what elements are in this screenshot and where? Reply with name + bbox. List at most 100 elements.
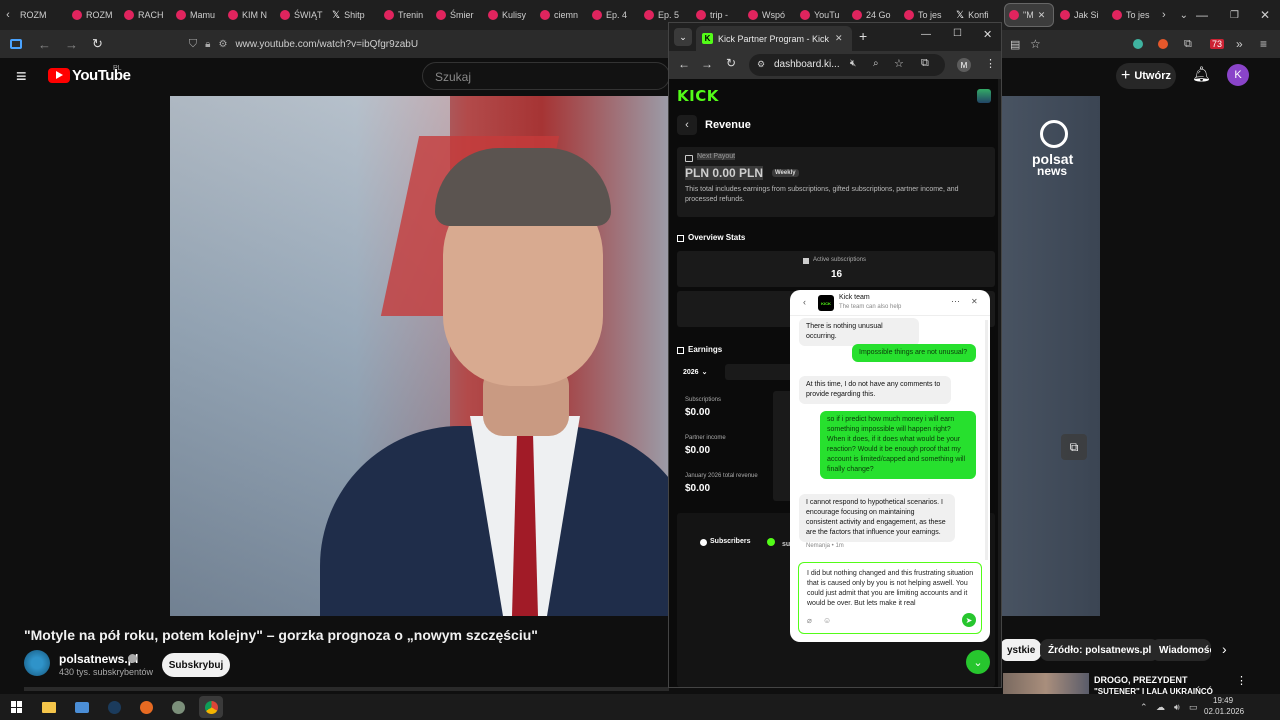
chips-next-icon[interactable]: › <box>1222 641 1227 657</box>
forward-icon[interactable]: → <box>65 37 78 52</box>
chat-draft-text[interactable]: I did but nothing changed and this frust… <box>807 569 979 609</box>
clock-date[interactable]: 02.01.2026 <box>1204 707 1244 716</box>
chat-scrollbar[interactable] <box>985 320 988 560</box>
outer-tab[interactable]: ŚWIĄT <box>276 3 326 27</box>
chip-source[interactable]: Źródło: polsatnews.pl <box>1040 639 1160 661</box>
outer-tab[interactable]: Jak Si <box>1056 3 1106 27</box>
outer-tab[interactable]: Trenin <box>380 3 430 27</box>
popup-mute-icon[interactable]: 🔇︎ <box>850 58 856 69</box>
outer-tab[interactable]: Śmier <box>432 3 482 27</box>
chat-close-icon[interactable]: ✕ <box>971 297 978 306</box>
popup-tab-search-icon[interactable]: ⌄ <box>674 28 692 46</box>
outer-tab[interactable]: RACH <box>120 3 170 27</box>
popup-maximize-icon[interactable]: ☐ <box>953 28 962 39</box>
reload-icon[interactable]: ↻ <box>92 36 103 52</box>
outer-tab[interactable]: Mamu <box>172 3 222 27</box>
monitor-app-icon[interactable] <box>75 701 89 713</box>
recommended-more-icon[interactable]: ⋮ <box>1236 674 1247 687</box>
account-avatar[interactable]: K <box>1227 64 1249 86</box>
popup-url[interactable]: dashboard.ki... <box>774 59 840 70</box>
chip-all[interactable]: ystkie <box>1001 639 1042 661</box>
extensions-icon[interactable]: ⧉ <box>1184 38 1192 51</box>
create-button[interactable]: + Utwórz <box>1116 63 1176 89</box>
window-minimize-icon[interactable]: — <box>1196 8 1208 22</box>
outer-tab[interactable]: Ep. 4 <box>588 3 638 27</box>
search-input[interactable]: Szukaj <box>435 70 471 84</box>
outer-tab[interactable]: ROZM <box>16 3 66 27</box>
popup-minimize-icon[interactable]: — <box>921 29 931 40</box>
subscribe-button[interactable]: Subskrybuj <box>162 653 230 677</box>
tray-volume-icon[interactable]: 🔊︎ <box>1174 702 1180 713</box>
extension-badge-icon[interactable]: 73 <box>1210 39 1225 49</box>
miniplayer-button[interactable]: ⧉ <box>1061 434 1087 460</box>
emoji-icon[interactable]: ☺ <box>823 616 831 625</box>
chat-more-icon[interactable]: ⋯ <box>951 296 960 307</box>
outer-tab-close-icon[interactable]: ✕ <box>1038 10 1046 21</box>
popup-profile-avatar[interactable]: M <box>957 58 971 72</box>
tab-scroll-left-icon[interactable]: ‹ <box>0 9 16 21</box>
chip-news[interactable]: Wiadomości <box>1151 639 1211 661</box>
popup-bookmark-icon[interactable]: ☆ <box>894 57 904 70</box>
shield-icon[interactable]: ⛉ <box>189 38 197 51</box>
window-restore-icon[interactable]: ❐ <box>1230 10 1239 21</box>
year-select[interactable]: 2026 ⌄ <box>677 364 717 380</box>
firefox-icon[interactable] <box>140 700 153 714</box>
popup-forward-icon[interactable]: → <box>701 57 713 71</box>
reader-icon[interactable]: ▤ <box>1010 38 1020 51</box>
popup-extensions-icon[interactable]: ⧉ <box>921 57 929 70</box>
recommended-thumbnail[interactable] <box>1003 673 1089 694</box>
hamburger-icon[interactable]: ≡ <box>16 66 27 87</box>
popup-back-icon[interactable]: ← <box>678 57 690 71</box>
channel-avatar[interactable] <box>24 650 50 676</box>
lock-icon[interactable]: 🔒︎ <box>205 39 210 50</box>
earnings-range-bar[interactable] <box>725 364 795 380</box>
outer-url[interactable]: www.youtube.com/watch?v=ibQfgr9zabU <box>235 39 418 50</box>
attach-icon[interactable]: ⌀ <box>807 616 812 625</box>
bookmark-star-icon[interactable]: ☆ <box>1030 37 1041 51</box>
progress-bar[interactable] <box>24 687 669 691</box>
search-bar[interactable]: Szukaj <box>422 62 670 90</box>
clock-time[interactable]: 19:49 <box>1213 696 1233 705</box>
recommended-title-line1[interactable]: DROGO, PREZYDENT <box>1094 675 1188 685</box>
extension-fox-icon[interactable] <box>1158 39 1168 49</box>
channel-name[interactable]: polsatnews.pl <box>59 652 138 666</box>
popup-menu-icon[interactable]: ⋮ <box>985 57 996 70</box>
back-icon[interactable]: ← <box>38 37 51 52</box>
popup-reload-icon[interactable]: ↻ <box>726 56 736 70</box>
outer-tab[interactable]: To jes <box>1108 3 1158 27</box>
chrome-icon[interactable] <box>199 696 223 718</box>
send-button[interactable]: ➤ <box>962 613 976 627</box>
kick-user-avatar[interactable] <box>977 89 991 103</box>
popup-tab[interactable]: K Kick Partner Program - Kick Da ✕ <box>696 26 852 51</box>
outer-tab[interactable]: KIM N <box>224 3 274 27</box>
chat-launcher-button[interactable]: ⌄ <box>966 650 990 674</box>
popup-scrollbar[interactable] <box>998 79 1001 687</box>
menu-icon[interactable]: ≡ <box>1260 37 1267 51</box>
popup-address-bar[interactable]: ⚙ dashboard.ki... 🔇︎ ⌕ ☆ <box>749 54 945 76</box>
game-app-icon[interactable] <box>172 700 185 714</box>
new-tab-icon[interactable]: + <box>859 28 867 44</box>
outer-tab[interactable]: ROZM <box>68 3 118 27</box>
outer-tab[interactable]: "M ✕ <box>1004 3 1054 27</box>
popup-site-info-icon[interactable]: ⚙ <box>757 59 765 70</box>
extension-shield-icon[interactable] <box>1133 39 1143 49</box>
tray-network-icon[interactable]: ☁ <box>1156 702 1165 713</box>
popup-tab-close-icon[interactable]: ✕ <box>835 33 843 44</box>
window-close-icon[interactable]: ✕ <box>1260 8 1270 22</box>
start-windows-icon[interactable] <box>11 701 23 713</box>
popup-close-icon[interactable]: ✕ <box>983 28 992 41</box>
site-settings-icon[interactable]: ⚙ <box>218 39 227 50</box>
steam-icon[interactable] <box>108 700 121 714</box>
file-explorer-icon[interactable] <box>42 701 56 713</box>
outer-tab[interactable]: Kulisy <box>484 3 534 27</box>
outer-tab[interactable]: ciemn <box>536 3 586 27</box>
tab-scroll-right-icon[interactable]: › <box>1162 9 1166 21</box>
popup-zoom-icon[interactable]: ⌕ <box>873 58 879 69</box>
sidebar-toggle-icon[interactable] <box>10 39 22 49</box>
outer-tab[interactable]: 𝕏 Shitp <box>328 3 378 27</box>
tray-battery-icon[interactable]: ▭ <box>1189 702 1198 713</box>
tray-chevron-icon[interactable]: ⌃ <box>1140 702 1148 713</box>
chat-back-icon[interactable]: ‹ <box>803 297 806 307</box>
chat-composer[interactable]: I did but nothing changed and this frust… <box>798 562 982 634</box>
kick-logo[interactable]: KICK <box>677 87 719 105</box>
